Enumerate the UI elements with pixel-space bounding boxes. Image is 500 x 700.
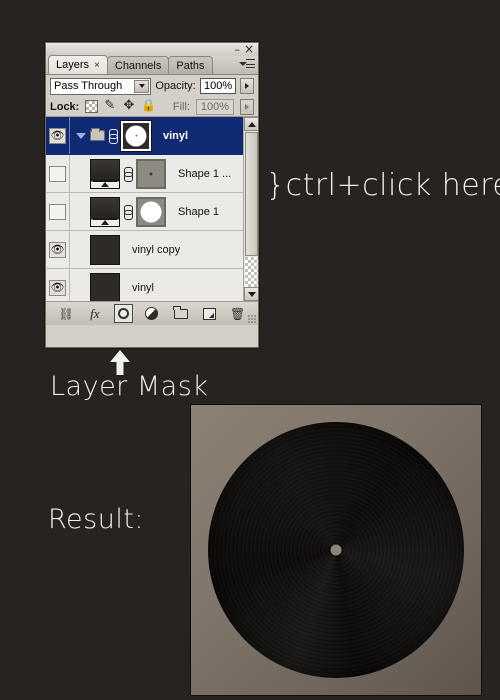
vector-mask-thumbnail[interactable] <box>136 158 166 189</box>
mask-dot-shape <box>149 172 153 175</box>
link-icon[interactable] <box>124 204 133 220</box>
tab-layers[interactable]: Layers × <box>48 55 108 74</box>
layer-thumbnail[interactable] <box>90 272 120 301</box>
tab-channels[interactable]: Channels <box>106 56 170 74</box>
mask-circle-shape <box>125 125 147 146</box>
visibility-cell: 👁 <box>46 231 70 268</box>
visibility-cell: 👁 <box>46 269 70 301</box>
scroll-up-icon[interactable] <box>244 117 258 131</box>
folder-glyph <box>173 305 188 319</box>
tab-layers-label: Layers <box>56 59 90 71</box>
layer-mask-thumbnail[interactable] <box>120 119 152 152</box>
vinyl-spindle-hole <box>330 544 342 556</box>
layer-name: Shape 1 <box>178 205 219 218</box>
layer-row-body: Shape 1 ... <box>84 158 258 189</box>
layer-row-body: vinyl <box>70 119 258 152</box>
chevron-down-icon[interactable] <box>76 132 86 139</box>
fill-stepper[interactable] <box>240 98 254 115</box>
folder-icon <box>90 128 105 141</box>
opacity-label: Opacity: <box>155 80 196 92</box>
visibility-cell: 👁 <box>46 193 70 230</box>
layer-row-body: Shape 1 <box>84 196 258 227</box>
layer-name: vinyl <box>163 129 189 142</box>
layer-row-body: vinyl copy <box>84 234 258 265</box>
tab-paths[interactable]: Paths <box>168 56 213 74</box>
new-layer-icon[interactable] <box>200 304 219 323</box>
lock-row: Lock: Fill: 100% <box>46 97 258 117</box>
link-icon[interactable] <box>124 166 133 182</box>
delete-layer-icon[interactable] <box>228 304 247 323</box>
vector-mask-thumbnail[interactable] <box>136 196 166 227</box>
layer-thumbnail[interactable] <box>90 234 120 265</box>
table-row[interactable]: 👁 vinyl <box>46 117 258 155</box>
visibility-cell: 👁 <box>46 155 70 192</box>
fill-label: Fill: <box>172 100 190 113</box>
layers-list: 👁 vinyl 👁 <box>46 117 258 301</box>
table-row[interactable]: 👁 vinyl copy <box>46 231 258 269</box>
chevron-down-icon[interactable] <box>134 79 150 93</box>
eye-icon[interactable]: 👁 <box>49 127 66 144</box>
mask-circle-glyph <box>117 308 129 319</box>
add-layer-mask-icon[interactable] <box>113 304 133 323</box>
half-circle-glyph <box>145 307 159 320</box>
layer-row-body: vinyl <box>84 272 258 301</box>
scrollbar-track[interactable] <box>245 257 258 287</box>
opacity-stepper[interactable] <box>240 78 254 94</box>
blend-mode-row: Pass Through Opacity: 100% <box>46 75 258 97</box>
menu-line <box>246 67 255 68</box>
menu-line <box>246 64 255 65</box>
vinyl-record-graphic <box>208 422 464 678</box>
result-image <box>190 404 482 696</box>
lock-position-icon[interactable] <box>123 98 136 113</box>
scroll-down-icon[interactable] <box>244 287 258 301</box>
tab-paths-label: Paths <box>176 59 205 72</box>
eye-icon[interactable]: 👁 <box>49 279 66 296</box>
layers-scrollbar[interactable] <box>243 117 258 301</box>
link-layers-icon[interactable] <box>57 304 76 323</box>
adjustment-layer-icon[interactable] <box>142 304 161 323</box>
eye-icon[interactable]: 👁 <box>49 241 66 258</box>
layers-panel: – × Layers × Channels Paths Pass Through… <box>45 42 259 348</box>
layer-name: vinyl <box>132 281 155 294</box>
annotation-ctrl-click: }ctrl+click here <box>266 168 500 203</box>
menu-line <box>246 59 255 60</box>
slider-handle-icon <box>101 181 109 187</box>
layer-thumbnail[interactable] <box>90 158 120 189</box>
table-row[interactable]: 👁 Shape 1 ... <box>46 155 258 193</box>
lock-image-icon[interactable] <box>104 98 117 113</box>
layers-panel-toolbar <box>46 301 258 325</box>
annotation-layer-mask: Layer Mask <box>50 371 209 402</box>
visibility-cell: 👁 <box>46 117 70 154</box>
table-row[interactable]: 👁 Shape 1 <box>46 193 258 231</box>
eye-icon[interactable]: 👁 <box>49 203 66 220</box>
layer-name: vinyl copy <box>132 243 181 256</box>
eye-icon[interactable]: 👁 <box>49 165 66 182</box>
layer-thumbnail[interactable] <box>90 196 120 227</box>
layer-style-fx-icon[interactable] <box>85 304 104 323</box>
blend-mode-value: Pass Through <box>54 80 123 92</box>
new-group-icon[interactable] <box>171 304 190 323</box>
minimize-icon[interactable]: – <box>235 44 241 55</box>
resize-grip[interactable] <box>248 315 256 323</box>
close-icon[interactable]: × <box>244 43 254 55</box>
lock-transparency-icon[interactable] <box>85 100 99 113</box>
layer-name: Shape 1 ... <box>178 167 232 180</box>
scrollbar-thumb[interactable] <box>245 132 258 256</box>
tab-close-icon[interactable]: × <box>94 60 100 71</box>
fill-input[interactable]: 100% <box>196 98 234 115</box>
slider-handle-icon <box>101 219 109 225</box>
mask-circle-shape <box>140 201 162 222</box>
panel-menu-icon[interactable] <box>239 59 255 72</box>
lock-all-icon[interactable] <box>141 98 156 113</box>
tab-channels-label: Channels <box>114 59 162 72</box>
lock-label: Lock: <box>50 100 80 113</box>
opacity-input[interactable]: 100% <box>199 78 237 94</box>
new-layer-glyph <box>202 307 216 320</box>
annotation-result: Result: <box>48 504 145 535</box>
table-row[interactable]: 👁 vinyl <box>46 269 258 301</box>
panel-tab-strip: Layers × Channels Paths <box>46 55 258 75</box>
blend-mode-select[interactable]: Pass Through <box>50 77 152 95</box>
link-icon[interactable] <box>109 128 118 144</box>
